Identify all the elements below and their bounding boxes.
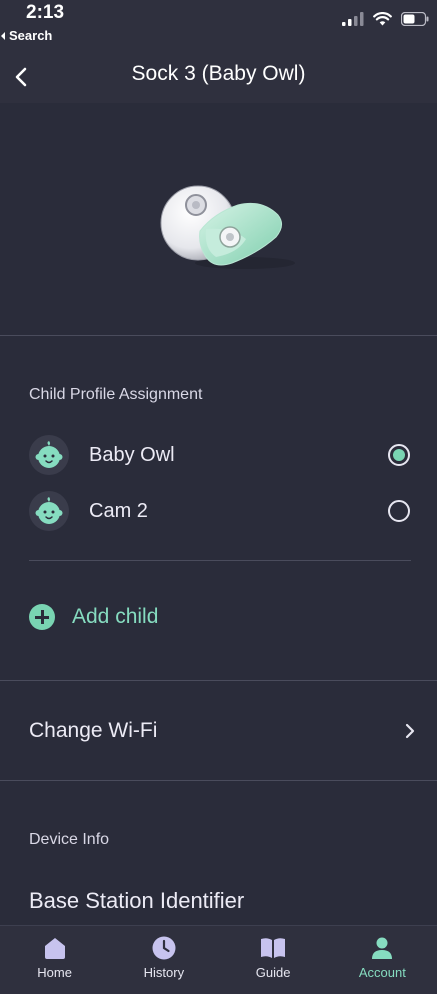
section-divider	[0, 780, 437, 781]
change-wifi-row[interactable]: Change Wi-Fi	[0, 681, 437, 781]
child-name: Cam 2	[89, 499, 148, 522]
tab-account-label: Account	[358, 965, 406, 980]
history-icon	[152, 936, 176, 960]
tab-guide-label: Guide	[255, 965, 291, 980]
status-time: 2:13	[26, 2, 65, 23]
avatar	[29, 435, 69, 475]
plus-circle-icon	[29, 604, 55, 630]
child-row-baby-owl[interactable]: Baby Owl	[29, 435, 411, 475]
child-profile-section-label: Child Profile Assignment	[29, 386, 203, 403]
radio-selected[interactable]	[388, 444, 410, 466]
tab-bar: Home History Guide Account	[0, 925, 437, 994]
tab-history-label: History	[143, 965, 185, 980]
tab-history[interactable]: History	[109, 926, 218, 994]
home-icon	[44, 938, 65, 959]
tab-home-label: Home	[37, 965, 72, 980]
chevron-right-icon	[405, 723, 415, 739]
device-image	[0, 103, 437, 335]
sock-device-illustration	[160, 185, 295, 269]
radio-unselected[interactable]	[388, 500, 410, 522]
device-info-section-label: Device Info	[29, 831, 110, 848]
add-child-button[interactable]: Add child	[29, 604, 158, 630]
battery-icon	[401, 12, 429, 26]
child-name: Baby Owl	[89, 443, 175, 466]
child-list-divider	[29, 560, 411, 561]
nav-bar: Sock 3 (Baby Owl)	[0, 50, 437, 103]
status-bar: 2:13 Search	[0, 0, 437, 50]
tab-home[interactable]: Home	[0, 926, 109, 994]
child-row-cam-2[interactable]: Cam 2	[29, 491, 411, 531]
baby-face-icon	[35, 441, 63, 468]
section-divider	[0, 335, 437, 336]
baby-face-icon	[35, 497, 63, 524]
book-icon	[261, 938, 286, 958]
change-wifi-label: Change Wi-Fi	[29, 719, 158, 742]
back-triangle-icon	[1, 31, 5, 40]
tab-account[interactable]: Account	[328, 926, 437, 994]
page-title: Sock 3 (Baby Owl)	[131, 62, 306, 85]
back-to-search-link[interactable]: Search	[0, 28, 52, 43]
add-child-label: Add child	[72, 605, 159, 628]
system-icons	[342, 12, 429, 26]
back-to-search-label: Search	[9, 28, 53, 43]
wifi-icon	[373, 12, 392, 26]
tab-guide[interactable]: Guide	[219, 926, 328, 994]
base-station-identifier-label: Base Station Identifier	[29, 888, 245, 913]
signal-icon	[342, 12, 364, 26]
avatar	[29, 491, 69, 531]
account-icon	[372, 937, 393, 959]
radio-dot	[393, 449, 405, 461]
